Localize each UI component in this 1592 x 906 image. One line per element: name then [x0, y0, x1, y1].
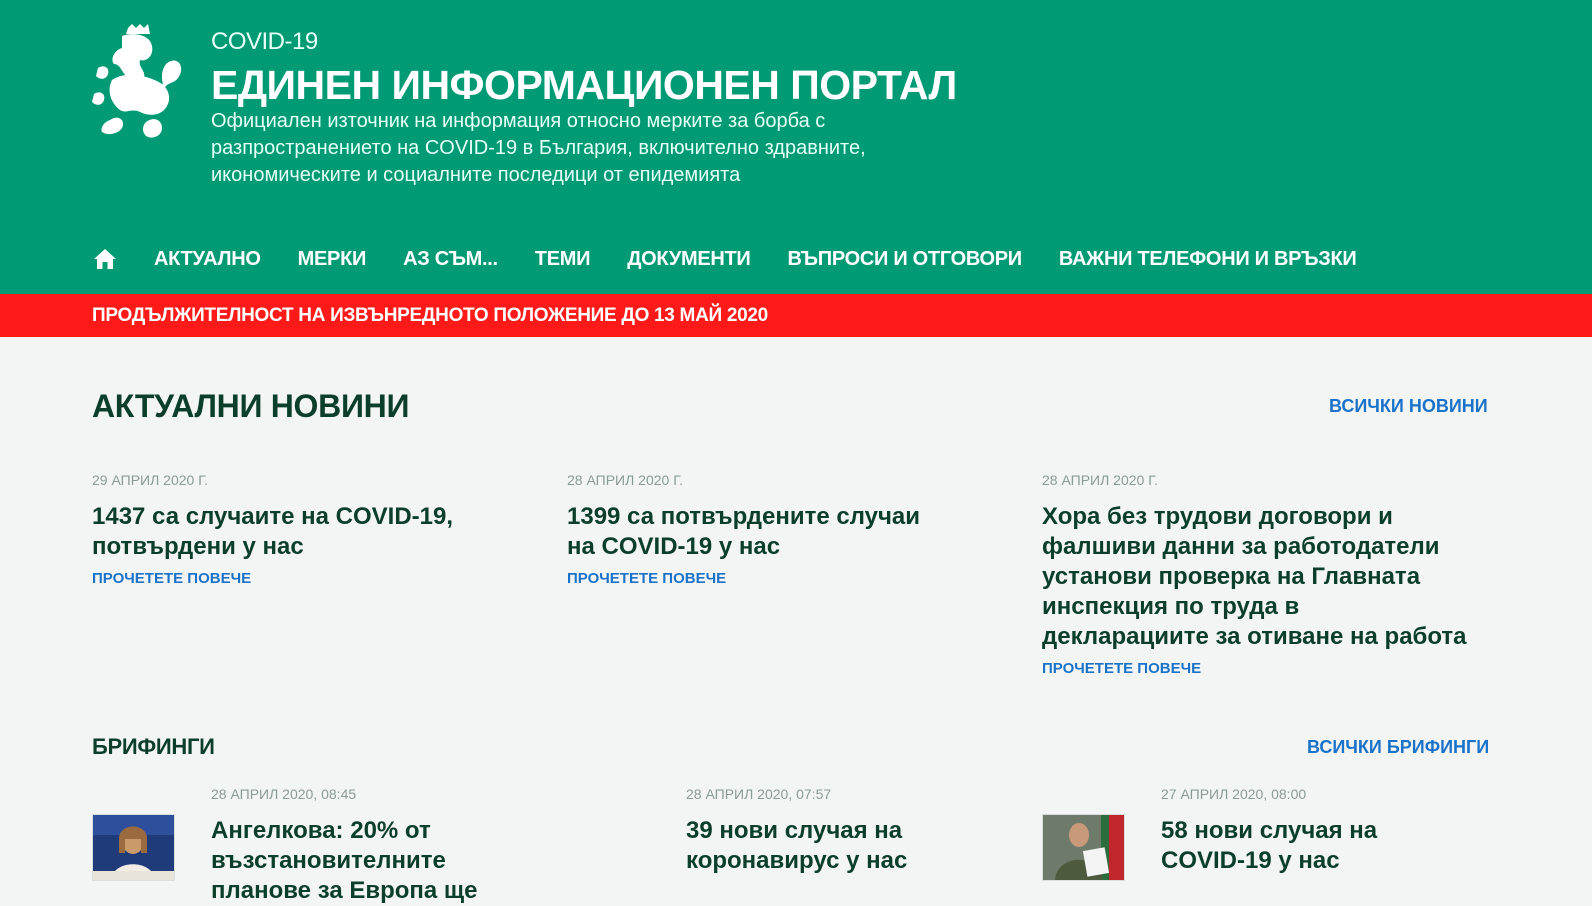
nav-item-i-am[interactable]: АЗ СЪМ...	[403, 248, 498, 271]
briefing-date: 28 АПРИЛ 2020, 08:45	[211, 786, 357, 802]
briefing-title-link[interactable]: Ангелкова: 20% от възстановителните план…	[211, 816, 511, 906]
news-title-link[interactable]: 1437 са случаите на COVID-19, потвърдени…	[92, 502, 472, 562]
news-card: 28 АПРИЛ 2020 Г. Хора без трудови догово…	[1042, 472, 1472, 678]
portal-title[interactable]: ЕДИНЕН ИНФОРМАЦИОНЕН ПОРТАЛ	[211, 62, 957, 109]
read-more-link[interactable]: ПРОЧЕТЕТЕ ПОВЕЧЕ	[92, 570, 251, 587]
nav-item-measures[interactable]: МЕРКИ	[298, 248, 367, 271]
brand-kicker: COVID-19	[211, 28, 318, 55]
nav-item-current[interactable]: АКТУАЛНО	[154, 248, 261, 271]
news-card: 29 АПРИЛ 2020 Г. 1437 са случаите на COV…	[92, 472, 472, 588]
emergency-alert-bar[interactable]: ПРОДЪЛЖИТЕЛНОСТ НА ИЗВЪНРЕДНОТО ПОЛОЖЕНИ…	[0, 294, 1592, 337]
news-card: 28 АПРИЛ 2020 Г. 1399 са потвърдените сл…	[567, 472, 947, 588]
briefing-thumbnail[interactable]	[1042, 814, 1125, 881]
all-news-link[interactable]: ВСИЧКИ НОВИНИ	[1329, 396, 1488, 417]
read-more-link[interactable]: ПРОЧЕТЕТЕ ПОВЕЧЕ	[567, 570, 726, 587]
home-icon[interactable]	[92, 247, 118, 271]
news-date: 29 АПРИЛ 2020 Г.	[92, 472, 208, 488]
alert-text: ПРОДЪЛЖИТЕЛНОСТ НА ИЗВЪНРЕДНОТО ПОЛОЖЕНИ…	[92, 305, 768, 326]
site-header: COVID-19 ЕДИНЕН ИНФОРМАЦИОНЕН ПОРТАЛ Офи…	[0, 0, 1592, 294]
news-date: 28 АПРИЛ 2020 Г.	[1042, 472, 1158, 488]
lion-coat-of-arms-icon[interactable]	[92, 24, 186, 144]
news-section-title: АКТУАЛНИ НОВИНИ	[92, 388, 410, 424]
briefing-date: 28 АПРИЛ 2020, 07:57	[686, 786, 832, 802]
portal-description: Официален източник на информация относно…	[211, 110, 866, 186]
news-date: 28 АПРИЛ 2020 Г.	[567, 472, 683, 488]
news-title-link[interactable]: Хора без трудови договори и фалшиви данн…	[1042, 502, 1472, 652]
nav-item-phones-links[interactable]: ВАЖНИ ТЕЛЕФОНИ И ВРЪЗКИ	[1059, 248, 1357, 271]
briefings-section-title: БРИФИНГИ	[92, 734, 215, 759]
news-title-link[interactable]: 1399 са потвърдените случаи на COVID-19 …	[567, 502, 947, 562]
nav-item-documents[interactable]: ДОКУМЕНТИ	[627, 248, 751, 271]
briefing-date: 27 АПРИЛ 2020, 08:00	[1161, 786, 1307, 802]
nav-item-topics[interactable]: ТЕМИ	[535, 248, 591, 271]
briefing-title-link[interactable]: 58 нови случая на COVID-19 у нас	[1161, 816, 1461, 876]
read-more-link[interactable]: ПРОЧЕТЕТЕ ПОВЕЧЕ	[1042, 660, 1201, 677]
nav-item-faq[interactable]: ВЪПРОСИ И ОТГОВОРИ	[788, 248, 1023, 271]
briefing-thumbnail[interactable]	[92, 814, 175, 881]
main-navigation: АКТУАЛНО МЕРКИ АЗ СЪМ... ТЕМИ ДОКУМЕНТИ …	[92, 242, 1393, 276]
briefing-title-link[interactable]: 39 нови случая на коронавирус у нас	[686, 816, 986, 876]
all-briefings-link[interactable]: ВСИЧКИ БРИФИНГИ	[1307, 737, 1489, 758]
